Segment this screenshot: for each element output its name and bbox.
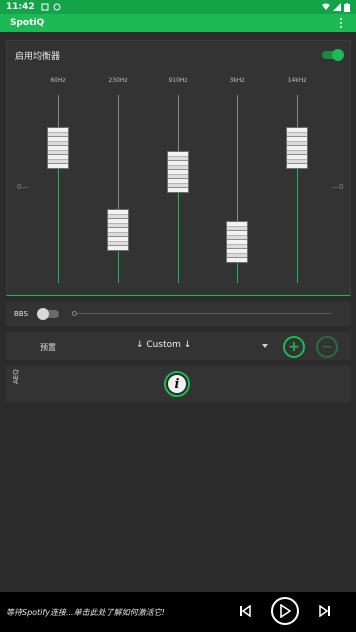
bbs-slider[interactable]	[72, 311, 332, 316]
app-title: SpotiQ	[10, 18, 45, 28]
band-label: 3kHz	[229, 77, 245, 84]
band-label: 14kHz	[287, 77, 307, 84]
bbs-card: BBS	[6, 302, 351, 326]
play-button[interactable]	[271, 597, 299, 625]
band-slider-track[interactable]	[118, 95, 119, 283]
app-bar: SpotiQ	[0, 14, 356, 32]
bbs-slider-thumb[interactable]	[72, 311, 77, 316]
battery-icon	[344, 2, 350, 12]
band-label: 60Hz	[50, 77, 66, 84]
sync-icon	[53, 3, 61, 11]
skip-previous-icon[interactable]	[238, 604, 252, 618]
player-status-text[interactable]: 等待Spotify连接...单击此处了解如何激活它!	[6, 607, 165, 618]
remove-preset-button[interactable]: −	[316, 336, 338, 358]
player-bar: 等待Spotify连接...单击此处了解如何激活它!	[0, 592, 356, 632]
band-slider-thumb[interactable]	[226, 220, 248, 263]
band-slider-thumb[interactable]	[47, 126, 69, 169]
zero-label-right: —0	[332, 183, 344, 191]
band-slider-thumb[interactable]	[107, 209, 129, 252]
info-icon: i	[168, 375, 186, 393]
aeq-card: AEQ i	[6, 366, 351, 402]
info-button[interactable]: i	[164, 371, 190, 397]
preset-card: 预置 ↓ Custom ↓ + −	[6, 332, 351, 360]
equalizer-card: 启用均衡器 0— —0 60Hz 230Hz 910Hz 3kHz 14kHz	[6, 40, 351, 296]
add-preset-button[interactable]: +	[283, 336, 305, 358]
preset-label: 预置	[40, 343, 56, 352]
status-time: 11:42	[6, 2, 35, 12]
status-icons	[322, 2, 350, 12]
bbs-label: BBS	[14, 310, 28, 318]
zero-label-left: 0—	[17, 183, 29, 191]
band-label: 910Hz	[168, 77, 188, 84]
bbs-toggle[interactable]	[37, 308, 59, 320]
band-slider-track[interactable]	[58, 95, 59, 283]
status-bar: 11:42	[0, 0, 356, 14]
sim-icon	[41, 3, 49, 11]
band-slider-track[interactable]	[297, 95, 298, 283]
wifi-icon	[322, 3, 330, 10]
equalizer-toggle[interactable]	[322, 49, 344, 61]
band-slider-thumb[interactable]	[286, 126, 308, 169]
play-icon	[280, 604, 291, 618]
skip-next-icon[interactable]	[318, 604, 332, 618]
signal-icon	[333, 3, 341, 11]
dropdown-arrow-icon[interactable]	[262, 344, 268, 348]
more-vert-icon[interactable]	[336, 16, 346, 30]
aeq-label: AEQ	[12, 369, 20, 384]
band-slider-thumb[interactable]	[167, 151, 189, 194]
preset-selector[interactable]: ↓ Custom ↓	[136, 340, 191, 350]
band-label: 230Hz	[108, 77, 128, 84]
equalizer-enable-label: 启用均衡器	[15, 52, 61, 62]
